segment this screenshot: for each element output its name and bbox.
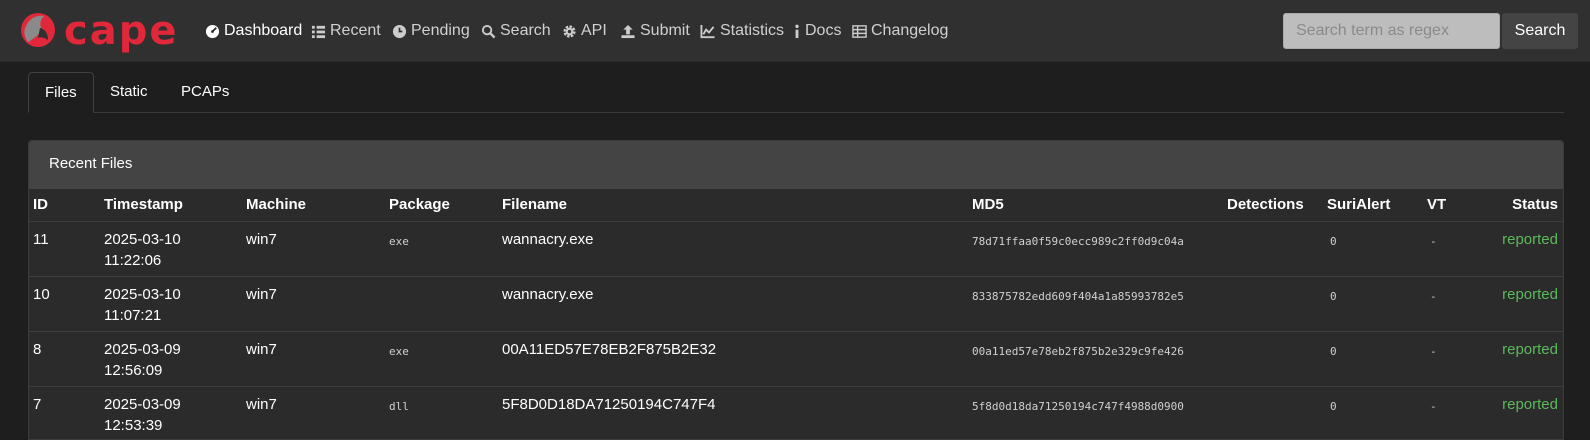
tab-static[interactable]: Static xyxy=(94,72,164,113)
search-input[interactable] xyxy=(1283,13,1500,49)
nav-search[interactable]: Search xyxy=(481,20,551,42)
timestamp-time: 11:07:21 xyxy=(104,307,162,324)
surialert-cell: 0 xyxy=(1330,290,1337,303)
row-divider xyxy=(29,276,1563,277)
nav-label: Statistics xyxy=(720,22,785,39)
nav-pending[interactable]: Pending xyxy=(392,20,470,42)
id-cell: 8 xyxy=(33,341,42,358)
column-header-detections[interactable]: Detections xyxy=(1227,196,1304,213)
table-icon xyxy=(852,24,871,39)
nav-label: Pending xyxy=(411,22,470,39)
tab-files[interactable]: Files xyxy=(28,72,94,113)
nav-label: Docs xyxy=(805,22,842,39)
nav-label: Recent xyxy=(330,22,381,39)
vt-cell: - xyxy=(1430,290,1437,303)
timestamp-time: 12:56:09 xyxy=(104,362,163,379)
package-cell: dll xyxy=(389,400,409,413)
filename-cell[interactable]: wannacry.exe xyxy=(502,284,593,306)
md5-cell: 5f8d0d18da71250194c747f4988d0900 xyxy=(972,400,1184,413)
vt-cell: - xyxy=(1430,345,1437,358)
surialert-cell: 0 xyxy=(1330,400,1337,413)
machine-cell: win7 xyxy=(246,396,277,413)
chart-icon xyxy=(700,24,720,39)
cape-logo[interactable]: cape xyxy=(18,8,186,54)
list-icon xyxy=(311,24,330,39)
nav-label: Dashboard xyxy=(224,22,303,39)
header-divider xyxy=(29,221,1563,222)
nav-dashboard[interactable]: Dashboard xyxy=(205,20,302,42)
timestamp-time: 12:53:39 xyxy=(104,417,163,434)
panel-title: Recent Files xyxy=(29,141,1563,189)
nav-statistics[interactable]: Statistics xyxy=(700,20,784,42)
nav-label: Search xyxy=(500,22,551,39)
column-header-status[interactable]: Status xyxy=(1512,196,1558,213)
svg-text:cape: cape xyxy=(64,8,178,54)
column-header-filename[interactable]: Filename xyxy=(502,196,567,213)
column-header-md5[interactable]: MD5 xyxy=(972,196,1004,213)
surialert-cell: 0 xyxy=(1330,345,1337,358)
machine-cell: win7 xyxy=(246,231,277,248)
search-button[interactable]: Search xyxy=(1502,13,1578,49)
filename-cell[interactable]: 5F8D0D18DA71250194C747F4 xyxy=(502,394,715,416)
info-icon xyxy=(793,24,805,39)
id-cell: 10 xyxy=(33,286,50,303)
timestamp-date: 2025-03-09 xyxy=(104,396,181,413)
top-navbar: cape Dashboard Recent Pending Search API Subm… xyxy=(0,0,1590,62)
row-divider xyxy=(29,331,1563,332)
id-cell: 7 xyxy=(33,396,42,413)
column-header-machine[interactable]: Machine xyxy=(246,196,306,213)
nav-label: Changelog xyxy=(871,22,949,39)
tab-pcaps[interactable]: PCAPs xyxy=(165,72,245,113)
search-icon xyxy=(481,24,500,39)
column-header-surialert[interactable]: SuriAlert xyxy=(1327,196,1390,213)
column-header-vt[interactable]: VT xyxy=(1427,196,1446,213)
status-badge: reported xyxy=(1502,286,1558,303)
timestamp-date: 2025-03-09 xyxy=(104,341,181,358)
vt-cell: - xyxy=(1430,235,1437,248)
machine-cell: win7 xyxy=(246,286,277,303)
dashboard-icon xyxy=(205,24,224,39)
package-cell: exe xyxy=(389,345,409,358)
md5-cell: 78d71ffaa0f59c0ecc989c2ff0d9c04a xyxy=(972,235,1184,248)
nav-docs[interactable]: Docs xyxy=(793,20,841,42)
column-header-package[interactable]: Package xyxy=(389,196,450,213)
row-divider xyxy=(29,386,1563,387)
filename-cell[interactable]: wannacry.exe xyxy=(502,229,593,251)
timestamp-date: 2025-03-10 xyxy=(104,286,181,303)
status-badge: reported xyxy=(1502,341,1558,358)
timestamp-time: 11:22:06 xyxy=(104,252,162,269)
vt-cell: - xyxy=(1430,400,1437,413)
nav-changelog[interactable]: Changelog xyxy=(852,20,948,42)
nav-api[interactable]: API xyxy=(562,20,607,42)
nav-label: Submit xyxy=(640,22,690,39)
column-header-timestamp[interactable]: Timestamp xyxy=(104,196,183,213)
id-cell: 11 xyxy=(33,231,49,248)
nav-label: API xyxy=(581,22,607,39)
gear-icon xyxy=(562,24,581,39)
nav-submit[interactable]: Submit xyxy=(620,20,690,42)
clock-icon xyxy=(392,24,411,39)
package-cell: exe xyxy=(389,235,409,248)
timestamp-date: 2025-03-10 xyxy=(104,231,181,248)
filename-cell[interactable]: 00A11ED57E78EB2F875B2E32 xyxy=(502,339,716,361)
md5-cell: 00a11ed57e78eb2f875b2e329c9fe426 xyxy=(972,345,1184,358)
nav-recent[interactable]: Recent xyxy=(311,20,381,42)
tab-bar: Files Static PCAPs xyxy=(28,72,1564,113)
upload-icon xyxy=(620,24,640,39)
status-badge: reported xyxy=(1502,231,1558,248)
column-header-id[interactable]: ID xyxy=(33,196,48,213)
machine-cell: win7 xyxy=(246,341,277,358)
status-badge: reported xyxy=(1502,396,1558,413)
surialert-cell: 0 xyxy=(1330,235,1337,248)
md5-cell: 833875782edd609f404a1a85993782e5 xyxy=(972,290,1184,303)
